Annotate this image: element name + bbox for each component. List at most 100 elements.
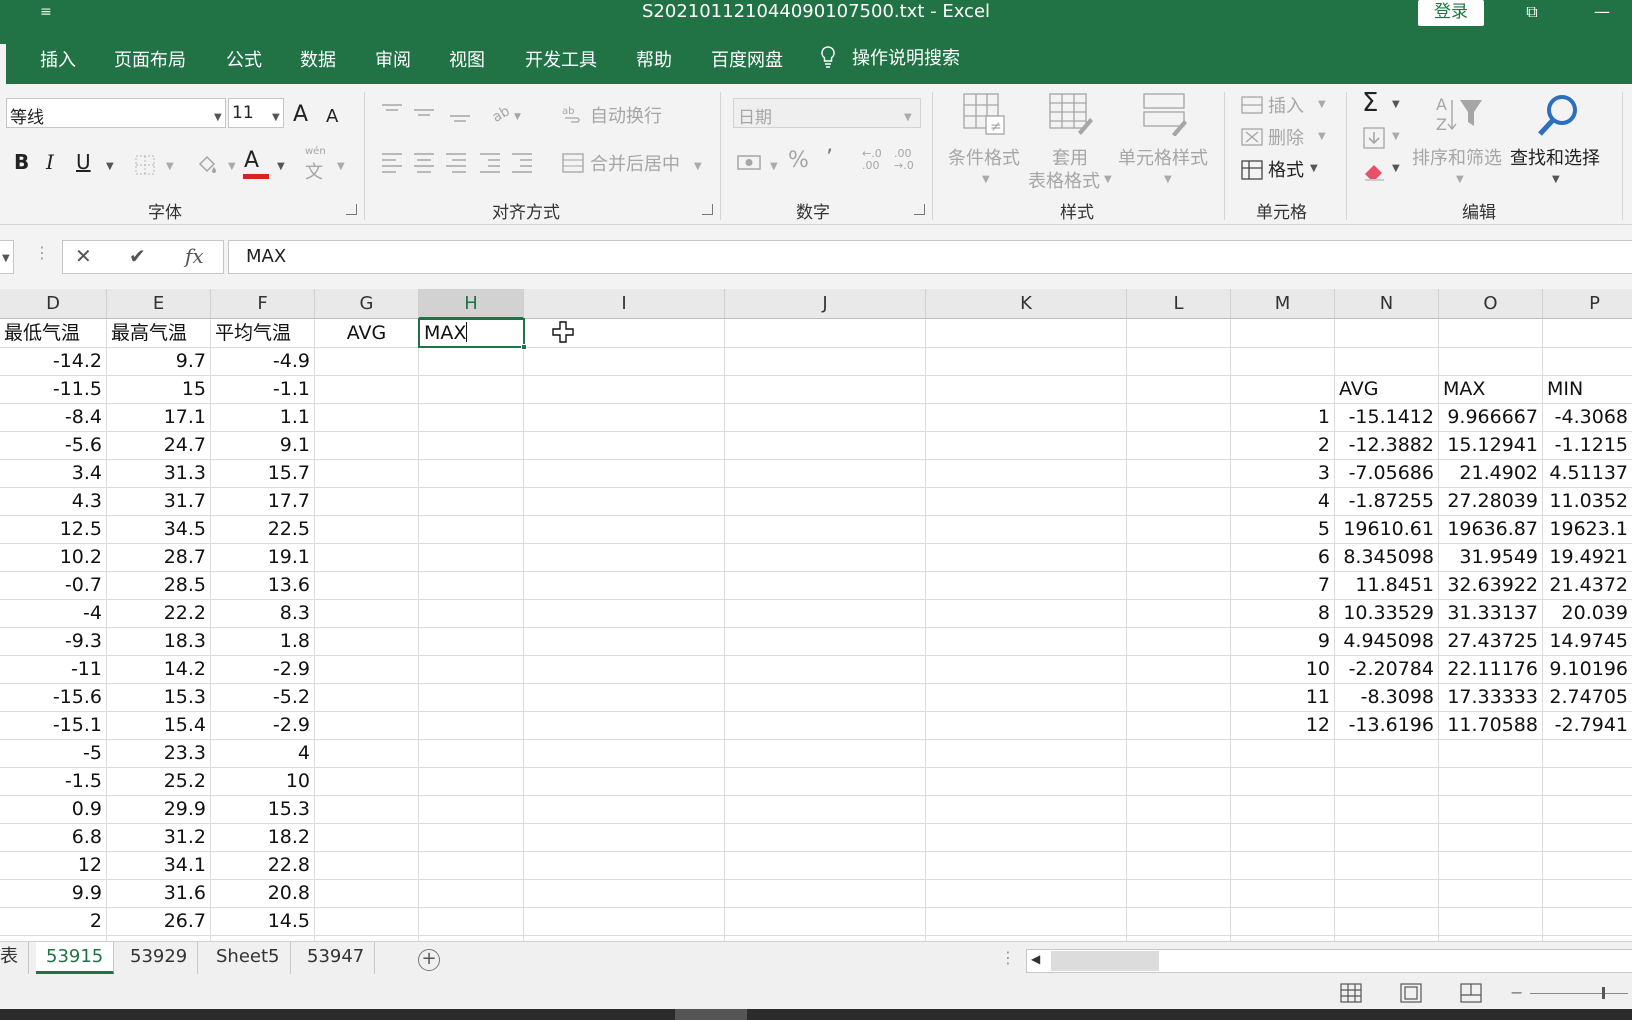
summary-avg-cell[interactable]: -13.6196 [1335,711,1438,739]
max-temp-cell[interactable]: 9.7 [107,347,210,375]
avg-temp-cell[interactable]: -2.9 [211,655,314,683]
column-header-l[interactable]: L [1127,289,1231,319]
chevron-down-icon[interactable]: ▼ [770,161,778,172]
month-index-cell[interactable]: 12 [1231,711,1334,739]
header-cell-max-temp[interactable]: 最高气温 [107,319,210,347]
min-temp-cell[interactable]: 9.9 [0,879,106,907]
min-temp-cell[interactable]: -8.4 [0,403,106,431]
summary-max-cell[interactable]: 17.33333 [1439,683,1542,711]
summary-header-min[interactable]: MIN [1543,375,1632,403]
borders-icon[interactable] [134,154,156,176]
summary-min-cell[interactable]: 4.51137 [1543,459,1632,487]
summary-avg-cell[interactable]: 19610.61 [1335,515,1438,543]
summary-min-cell[interactable]: -2.7941 [1543,711,1632,739]
chevron-down-icon[interactable]: ▼ [1552,174,1560,185]
restore-ribbon-icon[interactable]: ⧉ [1512,0,1552,26]
chevron-down-icon[interactable]: ▼ [2,253,10,264]
number-format-combobox[interactable]: 日期 [733,98,921,128]
max-temp-cell[interactable]: 31.7 [107,487,210,515]
min-temp-cell[interactable]: 6.8 [0,823,106,851]
min-temp-cell[interactable]: -11 [0,655,106,683]
summary-max-cell[interactable]: 31.33137 [1439,599,1542,627]
max-temp-cell[interactable]: 34.1 [107,851,210,879]
chevron-down-icon[interactable]: ▼ [1318,131,1326,142]
month-index-cell[interactable]: 4 [1231,487,1334,515]
summary-avg-cell[interactable]: -12.3882 [1335,431,1438,459]
chevron-down-icon[interactable]: ▼ [1164,174,1172,185]
tab-developer[interactable]: 开发工具 [525,46,597,72]
formula-bar-splitter-icon[interactable]: ⋮ [34,243,50,262]
max-temp-cell[interactable]: 14.2 [107,655,210,683]
summary-avg-cell[interactable]: 4.945098 [1335,627,1438,655]
min-temp-cell[interactable]: -11.5 [0,375,106,403]
summary-max-cell[interactable]: 22.11176 [1439,655,1542,683]
page-layout-view-icon[interactable] [1400,983,1422,1003]
min-temp-cell[interactable]: 12.5 [0,515,106,543]
summary-min-cell[interactable]: 19623.1 [1543,515,1632,543]
wrap-text-button[interactable]: 自动换行 [590,102,662,128]
underline-button[interactable]: U [76,150,91,174]
max-temp-cell[interactable]: 22.2 [107,599,210,627]
avg-temp-cell[interactable]: 19.1 [211,543,314,571]
autosum-button[interactable]: Σ [1362,88,1378,118]
summary-max-cell[interactable]: 27.28039 [1439,487,1542,515]
summary-min-cell[interactable]: 11.0352 [1543,487,1632,515]
worksheet-grid[interactable]: D E F G H I J K L M N O P 最低气温 最高气温 平均气温… [0,289,1632,941]
chevron-down-icon[interactable]: ▼ [1318,99,1326,110]
avg-temp-cell[interactable]: 20.8 [211,879,314,907]
month-index-cell[interactable]: 9 [1231,627,1334,655]
chevron-down-icon[interactable]: ▼ [228,161,236,172]
avg-temp-cell[interactable]: -4.9 [211,347,314,375]
max-temp-cell[interactable]: 15.3 [107,683,210,711]
minimize-button[interactable]: — [1582,0,1622,26]
max-temp-cell[interactable]: 31.3 [107,459,210,487]
min-temp-cell[interactable]: -1.5 [0,767,106,795]
font-color-button[interactable]: A [244,148,259,173]
tab-review[interactable]: 审阅 [375,46,411,72]
clear-eraser-icon[interactable] [1362,158,1386,182]
summary-max-cell[interactable]: 19636.87 [1439,515,1542,543]
min-temp-cell[interactable]: -5.6 [0,431,106,459]
min-temp-cell[interactable]: -5 [0,739,106,767]
avg-temp-cell[interactable]: 15.7 [211,459,314,487]
chevron-down-icon[interactable]: ▼ [214,112,222,123]
chevron-down-icon[interactable]: ▼ [1392,99,1400,110]
avg-temp-cell[interactable]: 9.1 [211,431,314,459]
summary-avg-cell[interactable]: -1.87255 [1335,487,1438,515]
fill-down-icon[interactable] [1362,126,1386,150]
max-temp-cell[interactable]: 24.7 [107,431,210,459]
avg-temp-cell[interactable]: 18.2 [211,823,314,851]
chevron-down-icon[interactable]: ▼ [1392,163,1400,174]
currency-format-icon[interactable] [736,152,762,174]
summary-avg-cell[interactable]: -8.3098 [1335,683,1438,711]
delete-cells-button[interactable]: 删除 [1268,124,1304,150]
max-temp-cell[interactable]: 31.6 [107,879,210,907]
horizontal-scrollbar[interactable]: ◀ [1026,949,1632,973]
month-index-cell[interactable]: 10 [1231,655,1334,683]
page-break-view-icon[interactable] [1460,983,1482,1003]
chevron-down-icon[interactable]: ▼ [1392,131,1400,142]
tell-me-search[interactable]: 操作说明搜索 [820,44,960,70]
column-header-p[interactable]: P [1543,289,1632,319]
avg-temp-cell[interactable]: 4 [211,739,314,767]
scrollbar-thumb[interactable] [1051,951,1159,971]
chevron-down-icon[interactable]: ▼ [904,112,912,123]
chevron-down-icon[interactable]: ▼ [1310,163,1318,174]
merge-center-button[interactable]: 合并后居中 [590,150,680,176]
fill-handle[interactable] [521,344,527,350]
summary-max-cell[interactable]: 31.9549 [1439,543,1542,571]
tab-view[interactable]: 视图 [449,46,485,72]
column-header-h[interactable]: H [419,289,524,319]
month-index-cell[interactable]: 5 [1231,515,1334,543]
tab-splitter-icon[interactable]: ⋮ [1000,948,1016,967]
summary-max-cell[interactable]: 15.12941 [1439,431,1542,459]
min-temp-cell[interactable]: -9.3 [0,627,106,655]
sort-filter-button[interactable]: 排序和筛选 [1412,144,1502,170]
summary-min-cell[interactable]: 2.74705 [1543,683,1632,711]
column-header-j[interactable]: J [725,289,926,319]
phonetic-guide-icon[interactable]: 文 [305,158,323,184]
zoom-slider[interactable] [1530,993,1628,994]
avg-temp-cell[interactable]: 1.1 [211,403,314,431]
column-header-f[interactable]: F [211,289,315,319]
min-temp-cell[interactable]: 2 [0,907,106,935]
